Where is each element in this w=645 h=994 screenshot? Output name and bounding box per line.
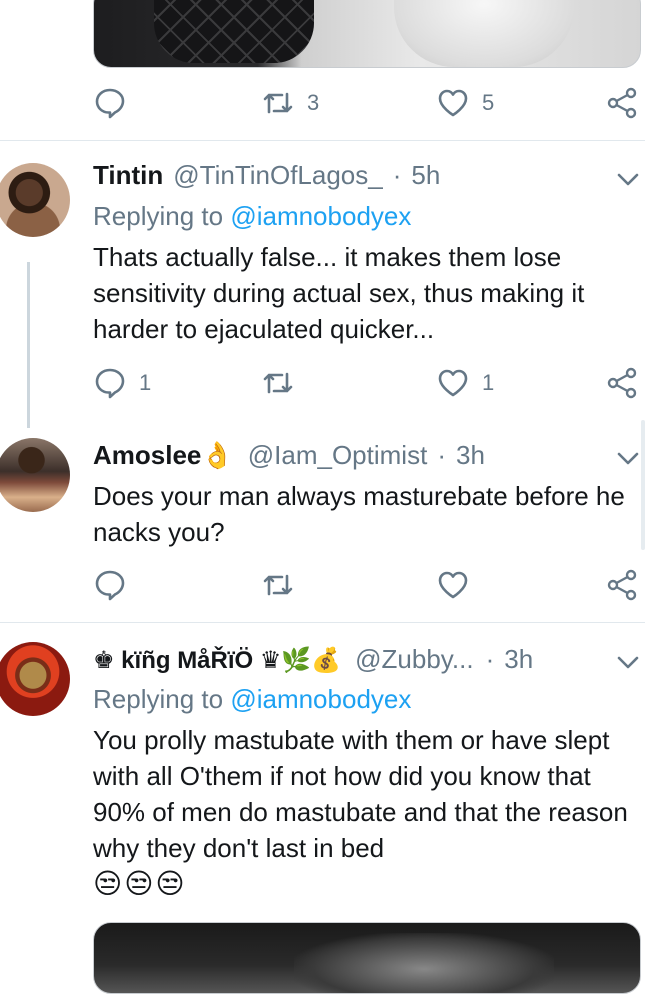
tweet-media-image[interactable] [93,922,641,994]
reply-button[interactable]: 1 [93,366,151,400]
avatar[interactable] [0,642,70,716]
share-icon [607,367,637,399]
share-button[interactable] [605,568,639,602]
replying-to-label: Replying to [93,684,224,714]
like-icon [438,369,468,397]
reply-count: 1 [139,370,152,395]
chevron-down-icon[interactable] [614,444,642,472]
tweet-time[interactable]: 3h [504,644,533,675]
tweet-header: ♚ kïñg MåŘïÖ ♛🌿💰 @Zubby... · 3h [93,644,613,675]
reply-icon [95,570,125,601]
display-name[interactable]: Amoslee [93,440,201,471]
reply-icon [95,88,125,119]
tweet-text: Does your man always masturebate before … [93,481,625,547]
like-count: 1 [482,370,495,395]
media-shape [294,933,554,993]
tweet-text: Thats actually false... it makes them lo… [93,242,585,344]
like-button[interactable]: 1 [436,366,494,400]
like-button[interactable] [436,568,482,602]
mention-link[interactable]: @iamnobodyex [230,684,411,714]
avatar[interactable] [0,163,70,237]
reply-button[interactable] [93,568,139,602]
retweet-button[interactable] [261,366,307,400]
like-button[interactable]: 5 [436,86,494,120]
tweet-time[interactable]: 3h [456,440,485,471]
like-icon [438,89,468,117]
tweet-emojis: 😒😒😒 [93,868,187,899]
mention-link[interactable]: @iamnobodyex [230,201,411,231]
replying-to-label: Replying to [93,201,224,231]
retweet-count: 3 [307,90,320,115]
tweet-actions: 1 1 [93,366,639,406]
retweet-icon [263,92,293,114]
display-name[interactable]: Tintin [93,160,163,191]
user-handle[interactable]: @TinTinOfLagos_ [173,160,382,191]
name-emoji: 👌 [201,440,234,470]
chevron-down-icon[interactable] [614,648,642,676]
replying-to-line: Replying to @iamnobodyex [93,201,411,232]
tweet-actions [93,568,639,608]
media-white-seat [394,0,574,67]
separator-dot: · [392,160,402,190]
scrollbar[interactable] [641,420,645,550]
retweet-button[interactable] [261,568,307,602]
separator-dot: · [485,644,495,674]
avatar[interactable] [0,438,70,512]
tweet-header: Tintin @TinTinOfLagos_ · 5h [93,160,440,191]
share-icon [607,569,637,601]
thread-line [27,262,30,428]
separator-dot: · [437,440,446,470]
divider [0,140,645,141]
share-button[interactable] [605,86,639,120]
chevron-down-icon[interactable] [614,165,642,193]
user-handle[interactable]: @Iam_Optimist [248,440,428,471]
retweet-icon [263,372,293,394]
top-tweet-actions: 3 5 [93,86,639,126]
user-handle[interactable]: @Zubby... [355,644,473,675]
divider [0,622,645,623]
reply-icon [95,368,125,399]
share-button[interactable] [605,366,639,400]
like-icon [438,571,468,599]
retweet-icon [263,574,293,596]
tweet-media-image[interactable] [93,0,641,68]
retweet-button[interactable]: 3 [261,86,319,120]
display-name[interactable]: ♚ kïñg MåŘïÖ ♛🌿💰 [93,646,341,675]
tweet-text: You prolly mastubate with them or have s… [93,725,628,863]
media-quilted-seat [154,0,314,63]
reply-button[interactable] [93,86,127,120]
tweet-header: Amoslee 👌 @Iam_Optimist · 3h [93,440,485,471]
share-icon [607,87,637,119]
replying-to-line: Replying to @iamnobodyex [93,684,411,715]
like-count: 5 [482,90,495,115]
tweet-time[interactable]: 5h [411,160,440,191]
